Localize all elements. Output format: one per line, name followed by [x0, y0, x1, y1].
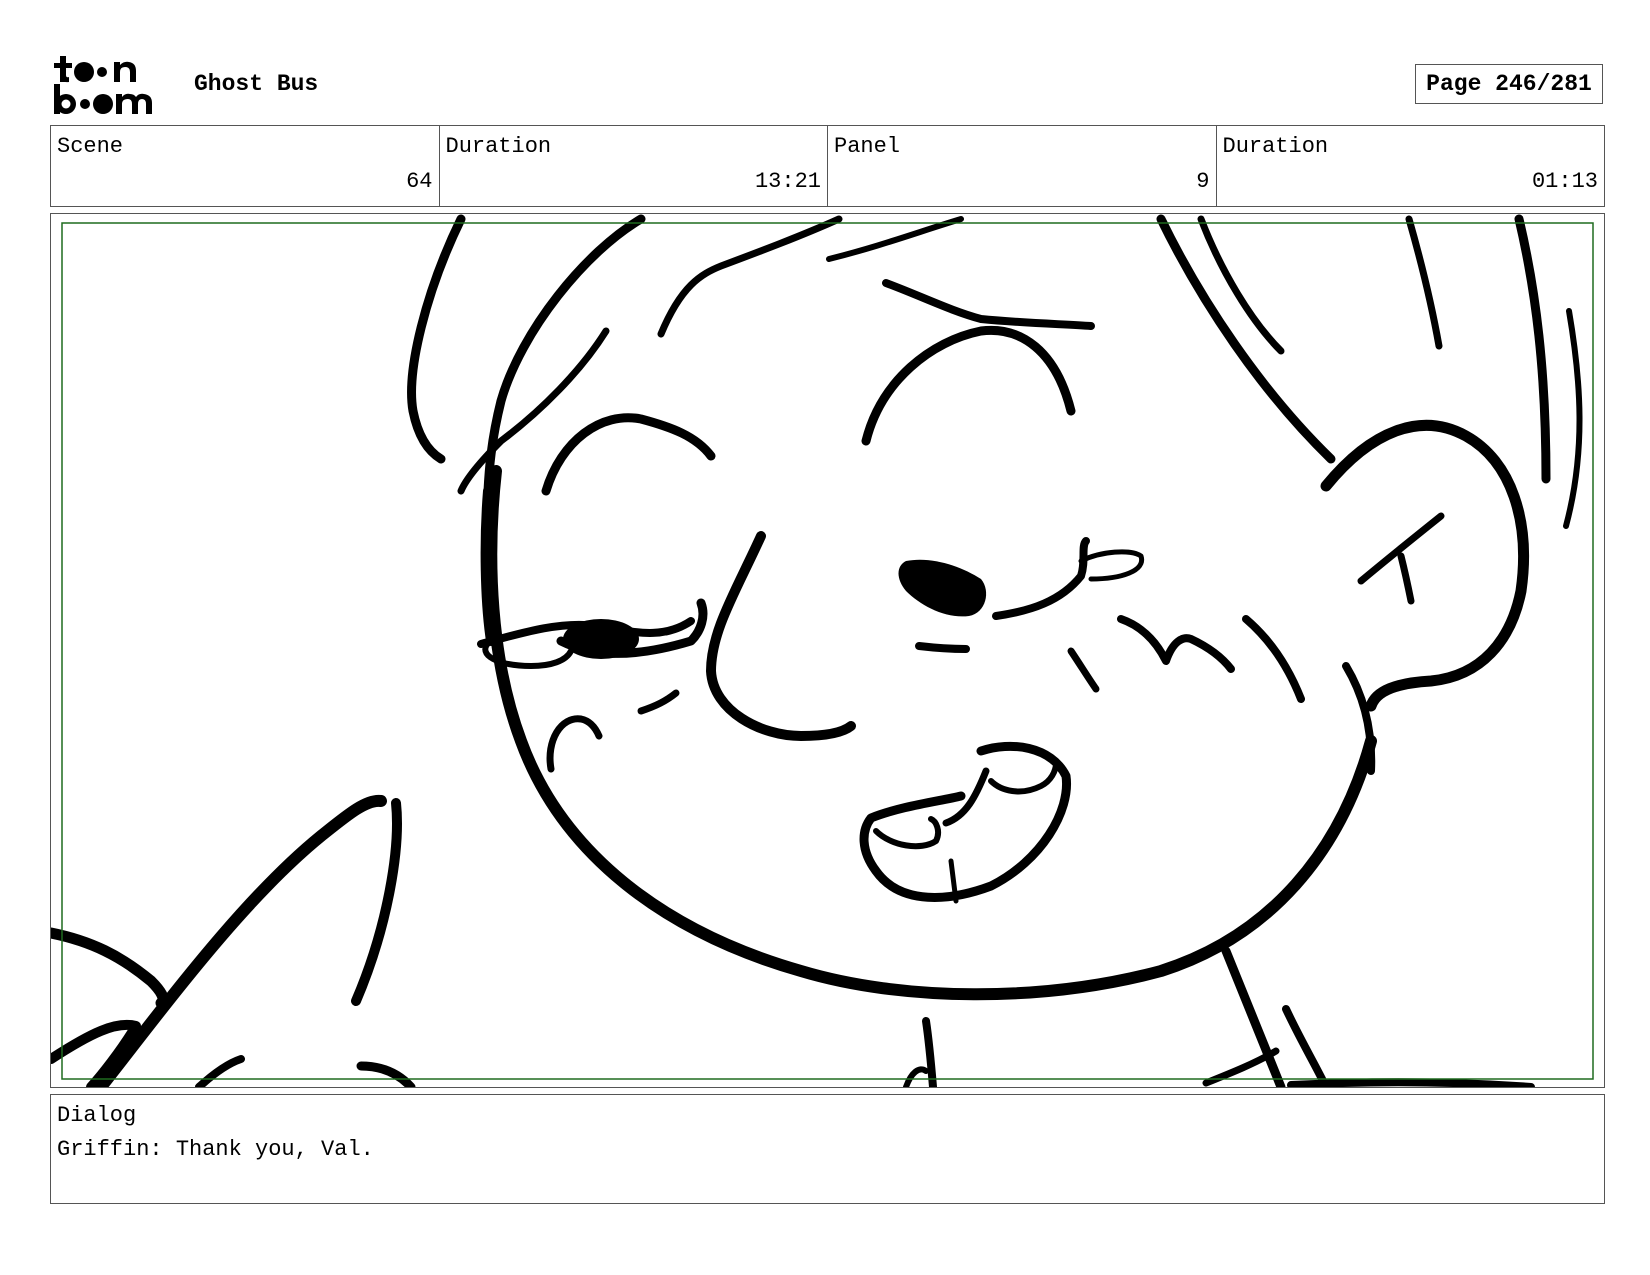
panel-drawing [51, 214, 1604, 1087]
panel-value: 9 [1196, 169, 1210, 194]
scene-cell: Scene 64 [51, 126, 440, 206]
dialog-label: Dialog [57, 1103, 137, 1128]
panel-duration-value: 01:13 [1531, 169, 1598, 194]
dialog-box: Dialog Griffin: Thank you, Val. [50, 1094, 1605, 1204]
under-eye-right [915, 642, 970, 653]
scene-label: Scene [57, 134, 124, 159]
scene-duration-label: Duration [445, 134, 552, 159]
project-title: Ghost Bus [194, 71, 319, 97]
scene-info-table: Scene 64 Duration 13:21 Panel 9 Duration… [50, 125, 1605, 207]
panel-duration-label: Duration [1222, 134, 1329, 159]
scene-duration-value: 13:21 [754, 169, 821, 194]
dialog-text: Griffin: Thank you, Val. [57, 1137, 374, 1162]
page-indicator: Page 246/281 [1415, 64, 1603, 104]
panel-cell: Panel 9 [828, 126, 1217, 206]
toon-boom-logo-icon [54, 56, 152, 114]
pupil-left [563, 619, 639, 659]
panel-duration-cell: Duration 01:13 [1217, 126, 1605, 206]
face-left-edge [480, 486, 496, 646]
scene-duration-cell: Duration 13:21 [440, 126, 828, 206]
scene-value: 64 [406, 169, 433, 194]
storyboard-panel [50, 213, 1605, 1088]
toon-boom-logo [54, 54, 170, 116]
panel-label: Panel [834, 134, 901, 159]
